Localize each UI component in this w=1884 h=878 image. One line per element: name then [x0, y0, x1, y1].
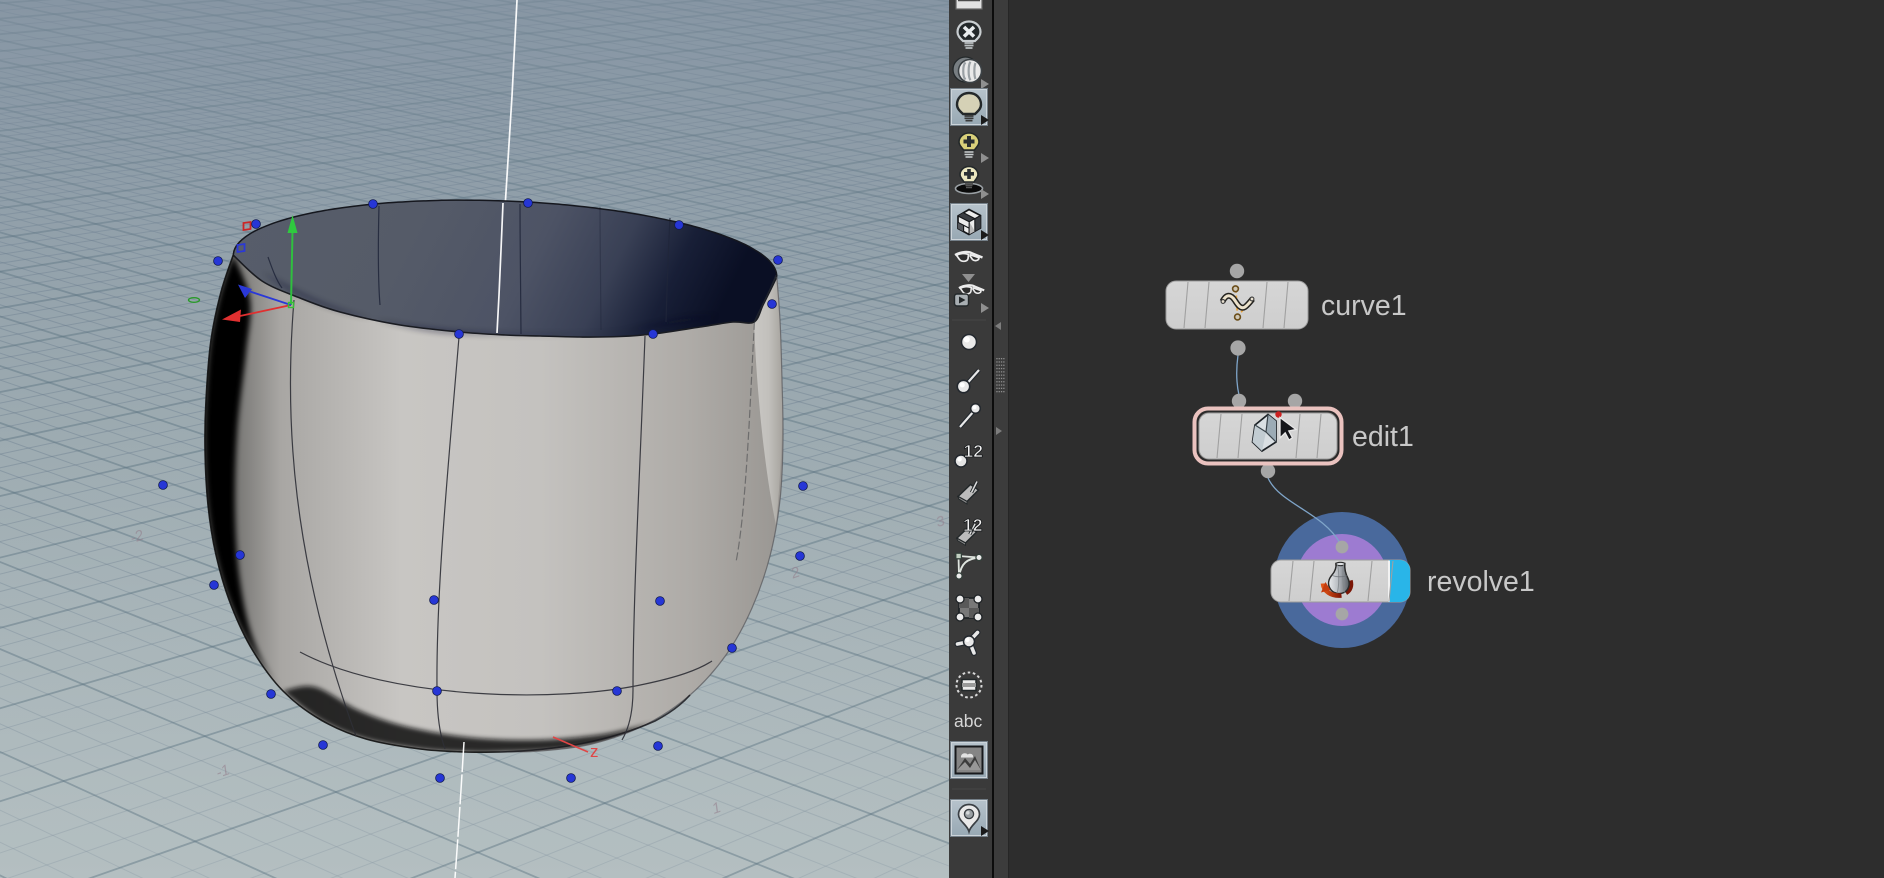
- svg-text:12: 12: [963, 515, 983, 535]
- svg-text:edit1: edit1: [1352, 421, 1414, 453]
- svg-text:12: 12: [964, 441, 984, 461]
- svg-text:z: z: [590, 742, 599, 761]
- svg-text:curve1: curve1: [1321, 290, 1407, 322]
- svg-text:abc: abc: [954, 711, 982, 731]
- svg-text:revolve1: revolve1: [1427, 566, 1535, 598]
